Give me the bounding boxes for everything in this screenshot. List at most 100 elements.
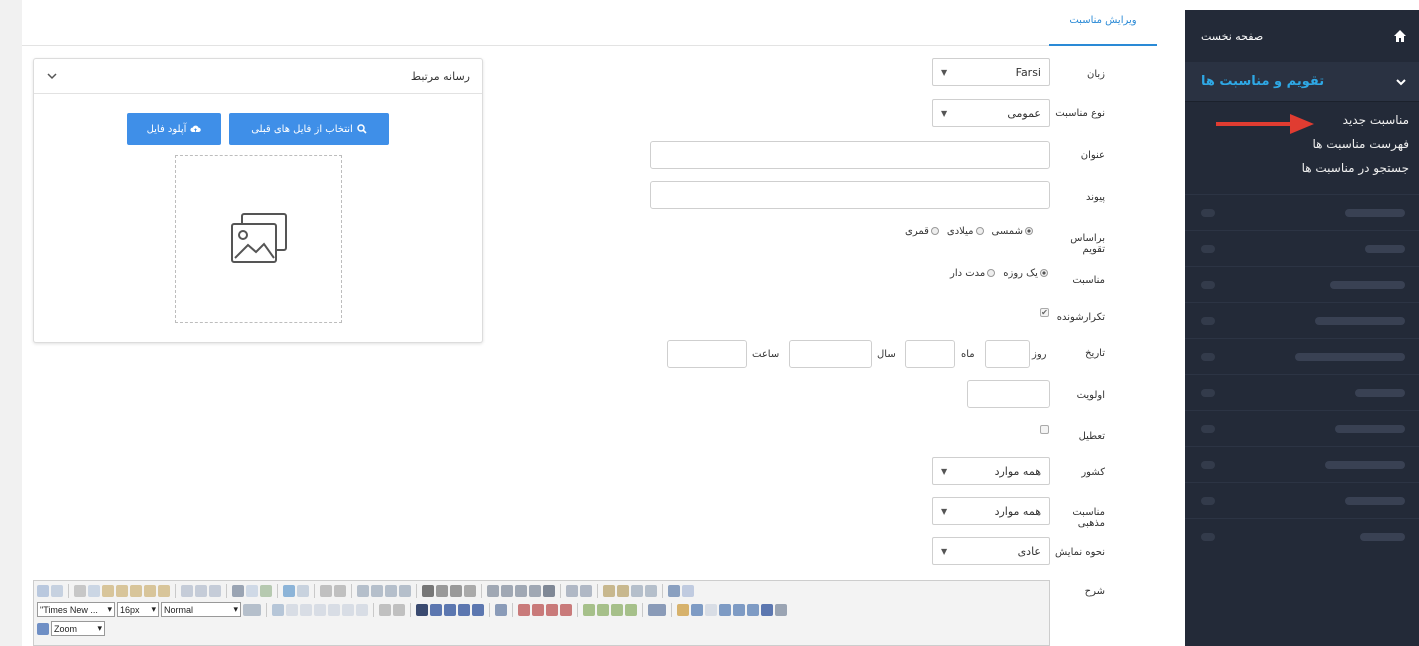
sidebar-item-blurred[interactable] — [1185, 482, 1419, 518]
religious-select[interactable]: ▼ همه موارد — [932, 497, 1050, 525]
sidebar-item-blurred[interactable] — [1185, 302, 1419, 338]
paste-html-icon[interactable] — [144, 584, 156, 597]
paste-word-icon[interactable] — [130, 584, 142, 597]
subscript-icon[interactable] — [580, 584, 592, 597]
table-merge-icon[interactable] — [328, 603, 340, 616]
clear-format-icon[interactable] — [617, 584, 629, 597]
find-icon[interactable] — [181, 584, 193, 597]
table-layout-icon[interactable] — [444, 603, 456, 616]
country-select[interactable]: ▼ همه موارد — [932, 457, 1050, 485]
pilcrow-ltr-icon[interactable] — [379, 603, 391, 616]
undo-icon[interactable] — [37, 584, 49, 597]
table-icon[interactable] — [272, 603, 284, 616]
table-col-icon[interactable] — [300, 603, 312, 616]
sidebar-item-blurred[interactable] — [1185, 446, 1419, 482]
align-center-icon[interactable] — [501, 584, 513, 597]
font-color-icon[interactable] — [668, 584, 680, 597]
ltr-icon[interactable] — [320, 584, 332, 597]
chevron-down-icon[interactable] — [46, 70, 58, 82]
sidebar-item-blurred[interactable] — [1185, 230, 1419, 266]
title-input[interactable] — [650, 141, 1050, 169]
format-painter-icon[interactable] — [603, 584, 615, 597]
strikethrough-icon[interactable] — [464, 584, 476, 597]
bold-icon[interactable] — [422, 584, 434, 597]
radio-ghamari[interactable]: قمری — [905, 226, 939, 237]
font-size-select[interactable]: 16px ▾ — [117, 602, 159, 617]
display-mode-select[interactable]: ▼ عادی — [932, 537, 1050, 565]
insert-snippet-icon[interactable] — [246, 584, 258, 597]
globe-icon[interactable] — [761, 603, 773, 616]
superscript-icon[interactable] — [566, 584, 578, 597]
image-button-icon[interactable] — [611, 603, 623, 616]
align-left-icon[interactable] — [487, 584, 499, 597]
pilcrow-rtl-icon[interactable] — [393, 603, 405, 616]
paste-special-icon[interactable] — [158, 584, 170, 597]
user-icon[interactable] — [775, 603, 787, 616]
checkbox-form-icon[interactable] — [518, 603, 530, 616]
table-row-icon[interactable] — [286, 603, 298, 616]
italic-icon[interactable] — [436, 584, 448, 597]
copy-icon[interactable] — [88, 584, 100, 597]
sidebar-item-blurred[interactable] — [1185, 518, 1419, 554]
page-icon[interactable] — [705, 603, 717, 616]
template-icon[interactable] — [648, 603, 666, 616]
sidebar-home[interactable]: صفحه نخست — [1185, 10, 1419, 62]
textbox-form-icon[interactable] — [546, 603, 558, 616]
sidebar-item-blurred[interactable] — [1185, 410, 1419, 446]
select-form-icon[interactable] — [583, 603, 595, 616]
zoom-icon[interactable] — [37, 622, 49, 635]
recurring-checkbox[interactable]: ✔ — [1040, 308, 1049, 317]
day-input[interactable] — [985, 340, 1030, 368]
paste-text-icon[interactable] — [116, 584, 128, 597]
textarea-form-icon[interactable] — [560, 603, 572, 616]
table-delete-icon[interactable] — [356, 603, 368, 616]
media-icon[interactable] — [691, 603, 703, 616]
radio-duration[interactable]: مدت دار — [950, 268, 996, 279]
paragraph-icon[interactable] — [631, 584, 643, 597]
line-spacing-icon[interactable] — [645, 584, 657, 597]
radio-one-day[interactable]: یک روزه — [1003, 268, 1048, 279]
sidebar-item-search-occasions[interactable]: جستجو در مناسبت ها — [1195, 156, 1409, 180]
outdent-icon[interactable] — [371, 584, 383, 597]
rtl-icon[interactable] — [334, 584, 346, 597]
link-input[interactable] — [650, 181, 1050, 209]
unordered-list-icon[interactable] — [399, 584, 411, 597]
upload-file-button[interactable]: آپلود فایل — [127, 113, 221, 145]
select-previous-files-button[interactable]: انتخاب از فایل های قبلی — [229, 113, 389, 145]
description-editor[interactable]: "Times New ... ▾ 16px ▾ Normal ▾ Zoom ▾ — [33, 580, 1050, 646]
document-icon[interactable] — [677, 603, 689, 616]
align-right-icon[interactable] — [515, 584, 527, 597]
year-input[interactable] — [789, 340, 872, 368]
sidebar-item-blurred[interactable] — [1185, 338, 1419, 374]
indent-icon[interactable] — [357, 584, 369, 597]
horizontal-rule-icon[interactable] — [416, 603, 428, 616]
cut-icon[interactable] — [74, 584, 86, 597]
sidebar-item-blurred[interactable] — [1185, 266, 1419, 302]
line-height-icon[interactable] — [243, 603, 261, 616]
anchor-icon[interactable] — [747, 603, 759, 616]
sidebar-item-blurred[interactable] — [1185, 194, 1419, 230]
media-dropzone[interactable] — [175, 155, 342, 323]
image-icon[interactable] — [260, 584, 272, 597]
table-split-icon[interactable] — [342, 603, 354, 616]
grid-icon[interactable] — [430, 603, 442, 616]
zoom-select[interactable]: Zoom ▾ — [51, 621, 105, 636]
occasion-type-select[interactable]: ▼ عمومی — [932, 99, 1050, 127]
highlight-color-icon[interactable] — [682, 584, 694, 597]
sidebar-item-blurred[interactable] — [1185, 374, 1419, 410]
radio-miladi[interactable]: میلادی — [947, 226, 984, 237]
language-select[interactable]: ▼ Farsi — [932, 58, 1050, 86]
link-icon[interactable] — [733, 603, 745, 616]
ordered-list-icon[interactable] — [385, 584, 397, 597]
flash-icon[interactable] — [719, 603, 731, 616]
font-family-select[interactable]: "Times New ... ▾ — [37, 602, 115, 617]
radio-shamsi[interactable]: شمسی — [992, 226, 1033, 237]
hidden-field-icon[interactable] — [625, 603, 637, 616]
button-form-icon[interactable] — [597, 603, 609, 616]
hour-input[interactable] — [667, 340, 747, 368]
special-char-icon[interactable] — [232, 584, 244, 597]
form-icon[interactable] — [495, 603, 507, 616]
sidebar-section-calendar[interactable]: تقویم و مناسبت ها — [1185, 62, 1419, 102]
priority-input[interactable] — [967, 380, 1050, 408]
paste-icon[interactable] — [102, 584, 114, 597]
